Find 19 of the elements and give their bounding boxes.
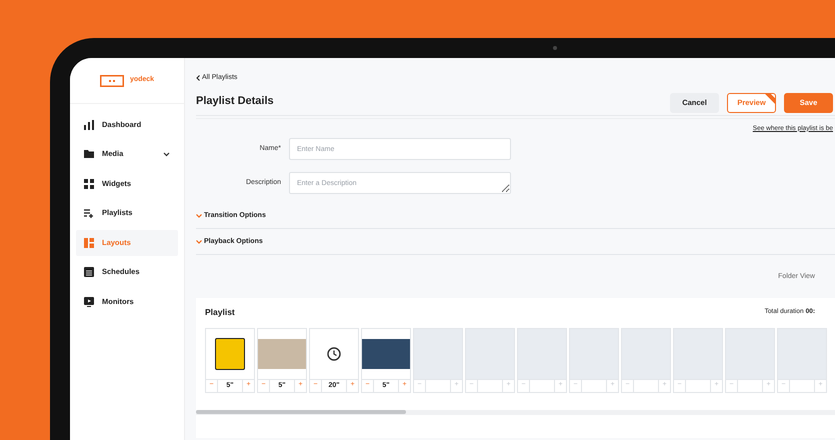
page-title: Playlist Details (196, 94, 275, 110)
layout-icon (84, 238, 94, 248)
photo-placeholder (362, 338, 410, 368)
grid-icon (84, 178, 94, 188)
bar-chart-icon (84, 120, 94, 130)
logo-icon (100, 74, 124, 86)
folder-icon (84, 149, 94, 159)
clock-icon (327, 346, 341, 360)
chevron-down-icon (196, 214, 202, 218)
sign-image (215, 338, 245, 370)
playlist-icon (84, 208, 94, 218)
camera-icon (553, 46, 557, 50)
panel-title: Playlist (205, 306, 236, 318)
photo-placeholder (258, 338, 306, 368)
monitor-icon (84, 296, 94, 306)
scrollbar-thumb[interactable] (196, 410, 406, 414)
chevron-down-icon (196, 240, 202, 244)
calendar-icon (84, 267, 94, 277)
chevron-left-icon (196, 75, 200, 82)
